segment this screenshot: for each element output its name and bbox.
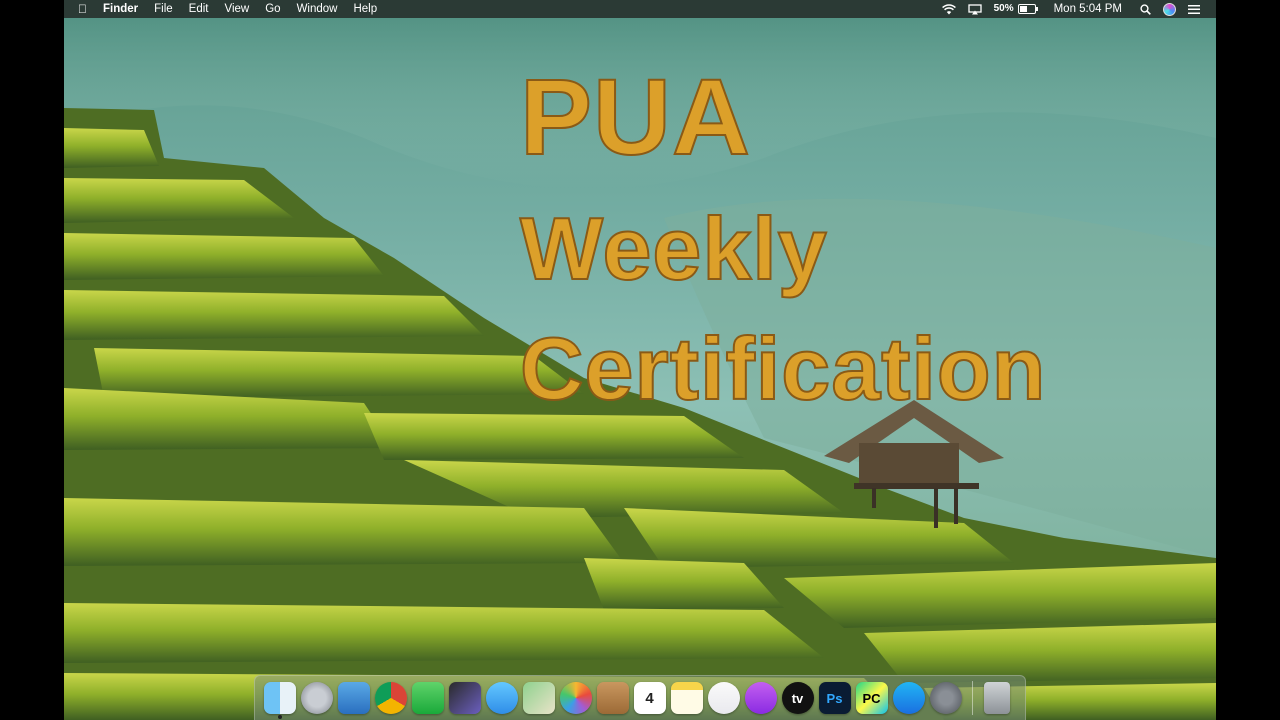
facetime-icon[interactable]	[411, 682, 444, 714]
battery-icon	[1017, 4, 1038, 14]
title-line-3: Certification	[519, 318, 1047, 419]
running-indicator	[277, 715, 282, 719]
siri-icon[interactable]	[1157, 2, 1182, 16]
launchpad-icon[interactable]	[300, 682, 333, 714]
photoshop-icon[interactable]: Ps	[818, 682, 851, 714]
wifi-icon[interactable]	[936, 3, 962, 15]
menu-file[interactable]: File	[146, 0, 181, 18]
title-line-2: Weekly	[519, 198, 828, 299]
menu-help[interactable]: Help	[345, 0, 385, 18]
maps-icon[interactable]	[522, 682, 555, 714]
notes-icon[interactable]	[670, 682, 703, 714]
final-cut-pro-icon[interactable]	[448, 682, 481, 714]
menu-view[interactable]: View	[217, 0, 258, 18]
menu-bar:  Finder File Edit View Go Window Help 5…	[64, 0, 1216, 18]
calendar-icon[interactable]: 4	[633, 682, 666, 714]
photoshop-label: Ps	[826, 690, 843, 706]
menu-window[interactable]: Window	[289, 0, 346, 18]
menu-go[interactable]: Go	[257, 0, 288, 18]
spotlight-icon[interactable]	[1134, 3, 1157, 15]
notification-center-icon[interactable]	[1182, 4, 1206, 14]
system-preferences-icon[interactable]	[929, 682, 962, 714]
finder-icon[interactable]	[263, 682, 296, 719]
battery-fill	[1019, 6, 1027, 12]
dock-separator	[972, 681, 973, 715]
status-area: 50% Mon 5:04 PM	[936, 0, 1216, 18]
podcasts-icon[interactable]	[744, 682, 777, 714]
battery-indicator[interactable]: 50%	[988, 0, 1042, 18]
apple-logo-icon[interactable]: 	[64, 0, 95, 18]
title-line-1: PUA	[519, 55, 752, 178]
photos-icon[interactable]	[559, 682, 592, 714]
apple-tv-icon[interactable]: tv	[781, 682, 814, 714]
battery-percent: 50%	[993, 3, 1014, 14]
mail-icon[interactable]	[337, 682, 370, 714]
menu-app-name[interactable]: Finder	[95, 0, 146, 18]
airplay-icon[interactable]	[962, 3, 988, 15]
menu-edit[interactable]: Edit	[181, 0, 217, 18]
pycharm-icon[interactable]: PC	[855, 682, 888, 714]
pycharm-label: PC	[862, 690, 881, 706]
music-icon[interactable]	[707, 682, 740, 714]
dock: 4 tv Ps PC	[254, 675, 1026, 720]
trash-icon[interactable]	[983, 682, 1010, 714]
clock[interactable]: Mon 5:04 PM	[1042, 0, 1134, 18]
calendar-label: 4	[645, 689, 654, 707]
apple-tv-label: tv	[791, 690, 804, 706]
chrome-icon[interactable]	[374, 682, 407, 714]
contacts-icon[interactable]	[596, 682, 629, 714]
screen:  Finder File Edit View Go Window Help 5…	[64, 0, 1216, 720]
app-store-icon[interactable]	[892, 682, 925, 714]
messages-icon[interactable]	[485, 682, 518, 714]
desktop-wallpaper: PUA Weekly Certification	[64, 18, 1216, 720]
